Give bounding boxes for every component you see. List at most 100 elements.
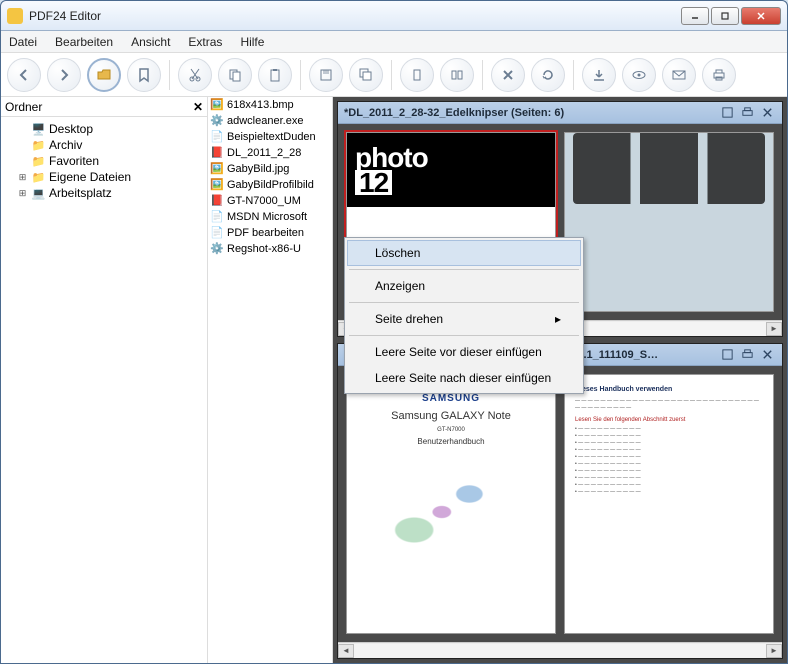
ctx-delete[interactable]: Löschen <box>347 240 581 266</box>
page-multi-button[interactable] <box>440 58 474 92</box>
doc-print-icon[interactable] <box>738 105 756 121</box>
desktop-icon: 🖥️ <box>31 122 46 136</box>
image-icon: 🖼️ <box>210 162 224 176</box>
image-icon: 🖼️ <box>210 98 224 112</box>
menu-file[interactable]: Datei <box>9 35 37 49</box>
ctx-insert-before[interactable]: Leere Seite vor dieser einfügen <box>347 339 581 365</box>
file-item[interactable]: 🖼️GabyBild.jpg <box>208 161 332 177</box>
rotate-page-button[interactable] <box>531 58 565 92</box>
toolbar <box>1 53 787 97</box>
page-thumbnail[interactable]: Dieses Handbuch verwenden — — — — — — — … <box>564 374 774 634</box>
scroll-left-icon[interactable]: ◄ <box>338 644 354 658</box>
nav-back-button[interactable] <box>7 58 41 92</box>
close-button[interactable] <box>741 7 781 25</box>
samsung-logo: SAMSUNG <box>359 393 543 404</box>
menu-view[interactable]: Ansicht <box>131 35 170 49</box>
scroll-right-icon[interactable]: ► <box>766 644 782 658</box>
email-button[interactable] <box>662 58 696 92</box>
file-list-panel: 🖼️618x413.bmp⚙️adwcleaner.exe📄Beispielte… <box>208 97 333 663</box>
file-name: PDF bearbeiten <box>227 227 304 239</box>
expander-icon[interactable]: ⊞ <box>17 188 28 199</box>
file-name: GT-N7000_UM <box>227 195 301 207</box>
file-name: BeispieltextDuden <box>227 131 316 143</box>
context-menu: Löschen Anzeigen Seite drehen▸ Leere Sei… <box>344 237 584 394</box>
tree-item-label: Eigene Dateien <box>49 170 131 184</box>
file-item[interactable]: 🖼️618x413.bmp <box>208 97 332 113</box>
tree-item[interactable]: 📁Favoriten <box>3 153 205 169</box>
menu-edit[interactable]: Bearbeiten <box>55 35 113 49</box>
tree-item[interactable]: 📁Archiv <box>3 137 205 153</box>
menu-extras[interactable]: Extras <box>188 35 222 49</box>
file-name: DL_2011_2_28 <box>227 147 301 159</box>
artwork-swirl <box>359 446 543 566</box>
tree-item-label: Desktop <box>49 122 93 136</box>
file-item[interactable]: 📄PDF bearbeiten <box>208 225 332 241</box>
ctx-rotate[interactable]: Seite drehen▸ <box>347 306 581 332</box>
file-item[interactable]: 📄BeispieltextDuden <box>208 129 332 145</box>
copy-button[interactable] <box>218 58 252 92</box>
file-name: adwcleaner.exe <box>227 115 303 127</box>
tree-item-label: Archiv <box>49 138 82 152</box>
tree-item[interactable]: 🖥️Desktop <box>3 121 205 137</box>
expander-icon[interactable]: ⊞ <box>17 172 28 183</box>
photo12-num: 12 <box>355 170 392 195</box>
tree-item-label: Favoriten <box>49 154 99 168</box>
cut-button[interactable] <box>178 58 212 92</box>
file-item[interactable]: 📄MSDN Microsoft <box>208 209 332 225</box>
horizontal-scrollbar[interactable]: ◄ ► <box>338 642 782 658</box>
folder-icon: 📁 <box>31 154 46 168</box>
page-single-button[interactable] <box>400 58 434 92</box>
file-item[interactable]: 🖼️GabyBildProfilbild <box>208 177 332 193</box>
submenu-arrow-icon: ▸ <box>555 312 561 326</box>
page-thumbnail[interactable] <box>564 132 774 312</box>
print-button[interactable] <box>702 58 736 92</box>
file-item[interactable]: ⚙️Regshot-x86-U <box>208 241 332 257</box>
doc-close-icon[interactable] <box>758 347 776 363</box>
tree-item[interactable]: ⊞💻Arbeitsplatz <box>3 185 205 201</box>
tree-item-label: Arbeitsplatz <box>49 186 112 200</box>
titlebar[interactable]: PDF24 Editor <box>1 1 787 31</box>
file-name: 618x413.bmp <box>227 99 294 111</box>
folder-icon: 📁 <box>31 170 46 184</box>
doc-icon: 📄 <box>210 130 224 144</box>
nav-forward-button[interactable] <box>47 58 81 92</box>
save-all-button[interactable] <box>349 58 383 92</box>
folder-tree-panel: Ordner ✕ 🖥️Desktop📁Archiv📁Favoriten⊞📁Eig… <box>1 97 208 663</box>
doc-print-icon[interactable] <box>738 347 756 363</box>
ctx-insert-after[interactable]: Leere Seite nach dieser einfügen <box>347 365 581 391</box>
delete-page-button[interactable] <box>491 58 525 92</box>
menubar: Datei Bearbeiten Ansicht Extras Hilfe <box>1 31 787 53</box>
tree-item[interactable]: ⊞📁Eigene Dateien <box>3 169 205 185</box>
minimize-button[interactable] <box>681 7 709 25</box>
file-name: GabyBildProfilbild <box>227 179 314 191</box>
tree-close-icon[interactable]: ✕ <box>193 100 203 114</box>
tree-header-label: Ordner <box>5 100 42 114</box>
file-item[interactable]: 📕DL_2011_2_28 <box>208 145 332 161</box>
folder-icon: 📁 <box>31 138 46 152</box>
computer-icon: 💻 <box>31 186 46 200</box>
document-1-header[interactable]: *DL_2011_2_28-32_Edelknipser (Seiten: 6) <box>338 102 782 124</box>
view-button[interactable] <box>622 58 656 92</box>
menu-help[interactable]: Hilfe <box>240 35 264 49</box>
file-name: Regshot-x86-U <box>227 243 301 255</box>
doc-save-icon[interactable] <box>718 347 736 363</box>
ctx-show[interactable]: Anzeigen <box>347 273 581 299</box>
file-item[interactable]: 📕GT-N7000_UM <box>208 193 332 209</box>
download-button[interactable] <box>582 58 616 92</box>
maximize-button[interactable] <box>711 7 739 25</box>
file-item[interactable]: ⚙️adwcleaner.exe <box>208 113 332 129</box>
scroll-right-icon[interactable]: ► <box>766 322 782 336</box>
pdf-icon: 📕 <box>210 146 224 160</box>
page-thumbnail[interactable]: SAMSUNG Samsung GALAXY NoteGT-N7000 Benu… <box>346 374 556 634</box>
file-name: MSDN Microsoft <box>227 211 307 223</box>
save-button[interactable] <box>309 58 343 92</box>
doc-close-icon[interactable] <box>758 105 776 121</box>
doc-save-icon[interactable] <box>718 105 736 121</box>
file-icon: 📄 <box>210 210 224 224</box>
paste-button[interactable] <box>258 58 292 92</box>
window-title: PDF24 Editor <box>29 9 681 23</box>
pdf-icon: 📕 <box>210 194 224 208</box>
tree-header: Ordner ✕ <box>1 97 207 117</box>
open-folder-button[interactable] <box>87 58 121 92</box>
bookmark-button[interactable] <box>127 58 161 92</box>
